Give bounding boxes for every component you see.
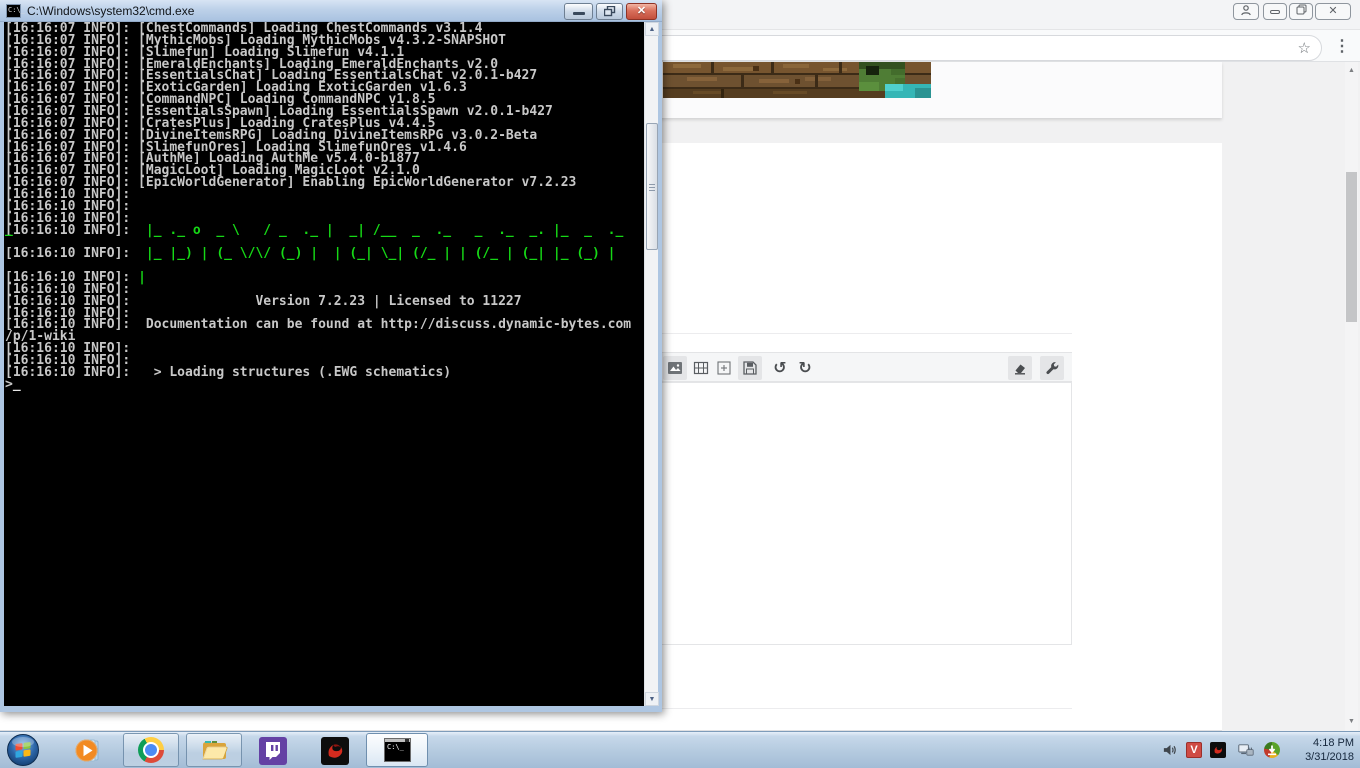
browser-menu-icon[interactable]: ⋮: [1333, 36, 1351, 60]
minimize-icon: [1270, 10, 1280, 14]
insert-image-button[interactable]: [663, 356, 687, 380]
scroll-down-icon[interactable]: ▼: [1345, 715, 1358, 729]
cmd-window-title: C:\Windows\system32\cmd.exe: [27, 4, 195, 18]
film-icon: [693, 361, 709, 374]
cmd-close-button[interactable]: ✕: [626, 3, 657, 20]
taskbar-item-wmp[interactable]: [75, 737, 102, 768]
scrollbar-grip: [649, 184, 655, 191]
wmp-icon: [75, 739, 99, 762]
save-icon: [743, 361, 757, 375]
browser-profile-button[interactable]: [1233, 3, 1259, 20]
page-scrollbar-thumb[interactable]: [1346, 172, 1357, 322]
start-button[interactable]: [6, 733, 40, 768]
scroll-up-icon[interactable]: ▲: [1345, 64, 1358, 78]
clock-date: 3/31/2018: [1305, 751, 1354, 763]
cmd-taskbar-icon: C:\_: [384, 738, 411, 762]
image-icon: [668, 361, 682, 374]
insert-cell-button[interactable]: [712, 356, 736, 380]
taskbar-item-garena[interactable]: [320, 736, 350, 768]
console-output: [16:16:07 INFO]: [ChestCommands] Loading…: [5, 22, 632, 392]
scroll-down-icon: ▼: [648, 696, 656, 703]
settings-wrench-button[interactable]: [1040, 356, 1064, 380]
eraser-button[interactable]: [1008, 356, 1032, 380]
minecraft-banner-image[interactable]: [663, 62, 931, 98]
insert-media-button[interactable]: [689, 356, 713, 380]
idm-icon[interactable]: [1264, 742, 1280, 758]
page-scrollbar[interactable]: ▲ ▼: [1345, 62, 1358, 731]
scroll-up-icon: ▲: [648, 26, 656, 33]
taskbar-item-explorer[interactable]: [186, 733, 242, 767]
clock-time: 4:18 PM: [1313, 737, 1354, 749]
chrome-icon: [138, 737, 164, 763]
save-draft-button[interactable]: [738, 356, 762, 380]
browser-minimize-button[interactable]: [1263, 3, 1287, 20]
bookmark-star-icon[interactable]: ☆: [1298, 39, 1311, 57]
browser-close-button[interactable]: ✕: [1315, 3, 1351, 20]
console-scrollbar-thumb[interactable]: [646, 123, 658, 250]
volume-icon[interactable]: [1162, 742, 1178, 758]
taskbar-item-twitch[interactable]: [258, 736, 288, 768]
console-scroll-down-button[interactable]: ▼: [645, 692, 659, 706]
garena-icon: [321, 737, 349, 765]
undo-button[interactable]: ↺: [768, 356, 792, 380]
twitch-icon: [259, 737, 287, 765]
taskbar-item-chrome[interactable]: [123, 733, 179, 767]
minimize-icon: [573, 12, 585, 15]
vietkey-icon[interactable]: V: [1186, 742, 1202, 758]
system-tray: V 4:18 PM 3/31/2018: [1145, 732, 1360, 768]
redo-button[interactable]: ↻: [793, 356, 817, 380]
restore-icon: [1296, 4, 1306, 15]
person-icon: [1241, 5, 1251, 16]
cmd-window-icon: C:\_: [6, 4, 25, 18]
desktop: ✕ ☆ ⋮ ↺ ↻ ▲ ▼ C:\_ C:\Windows\system32\c…: [0, 0, 1360, 768]
taskbar-item-cmd[interactable]: C:\_: [366, 733, 428, 767]
windows-start-icon: [7, 734, 39, 766]
eraser-icon: [1015, 364, 1025, 375]
taskbar-clock[interactable]: 4:18 PM 3/31/2018: [1284, 736, 1354, 764]
close-icon: ✕: [1328, 5, 1338, 17]
cmd-restore-button[interactable]: [596, 3, 623, 20]
wrench-icon: [1046, 361, 1059, 374]
cmd-title-bar[interactable]: C:\_ C:\Windows\system32\cmd.exe ✕: [0, 0, 662, 22]
folder-icon: [202, 741, 228, 760]
network-icon[interactable]: [1238, 742, 1254, 758]
address-bar[interactable]: ☆: [598, 35, 1322, 61]
garena-tray-icon[interactable]: [1210, 742, 1226, 758]
cmd-window: C:\_ C:\Windows\system32\cmd.exe ✕ [16:1…: [0, 0, 662, 712]
browser-restore-button[interactable]: [1289, 3, 1313, 20]
console-scroll-up-button[interactable]: ▲: [645, 22, 659, 36]
restore-icon: [603, 5, 615, 17]
cmd-minimize-button[interactable]: [564, 3, 593, 20]
console-viewport[interactable]: [16:16:07 INFO]: [ChestCommands] Loading…: [4, 22, 644, 706]
console-scrollbar[interactable]: ▲ ▼: [644, 22, 659, 706]
taskbar: C:\_ V 4:18 PM 3/31/2018: [0, 731, 1360, 768]
add-box-icon: [717, 361, 731, 375]
close-icon: ✕: [636, 5, 647, 17]
